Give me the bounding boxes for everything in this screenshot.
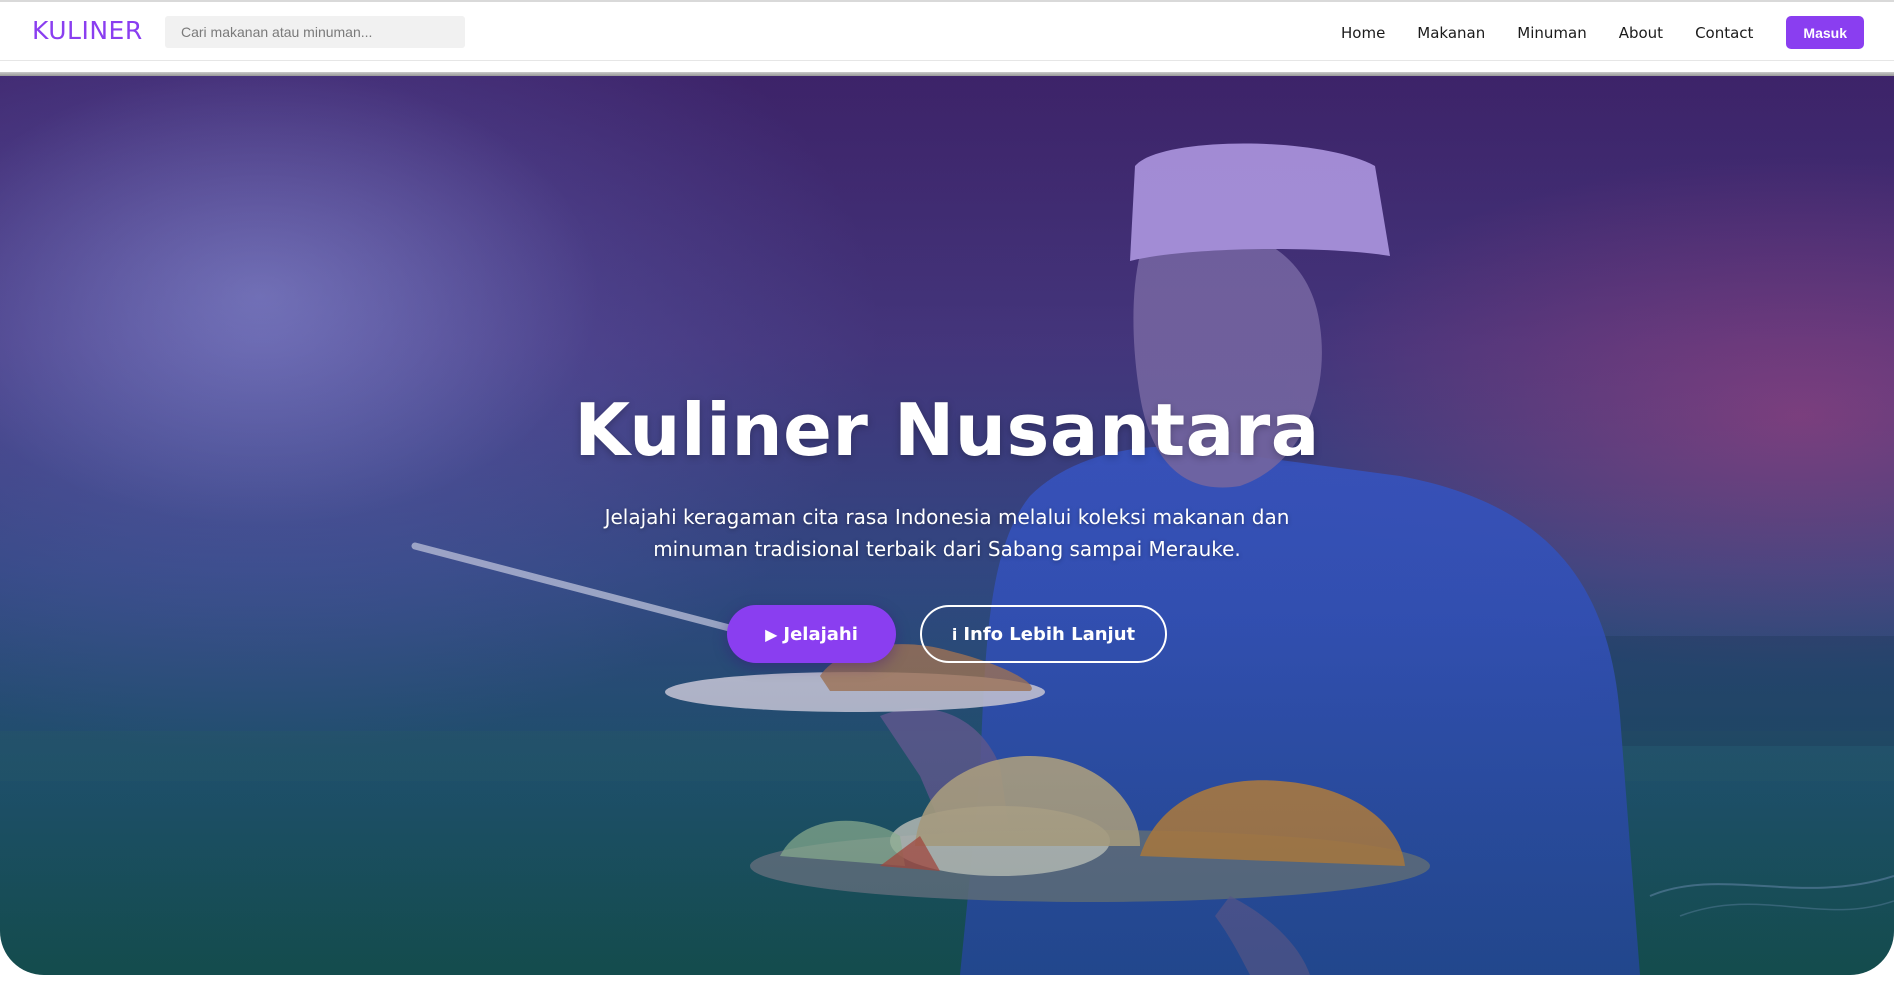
nav-link-contact[interactable]: Contact — [1695, 24, 1753, 42]
nav-link-minuman[interactable]: Minuman — [1517, 24, 1586, 42]
more-info-button[interactable]: i Info Lebih Lanjut — [920, 605, 1167, 663]
search-input[interactable] — [165, 16, 465, 48]
explore-button[interactable]: ▶ Jelajahi — [727, 605, 896, 663]
nav-link-home[interactable]: Home — [1341, 24, 1385, 42]
nav-links: Home Makanan Minuman About Contact Masuk — [1341, 2, 1894, 63]
nav-link-makanan[interactable]: Makanan — [1417, 24, 1485, 42]
navbar: KULINER Home Makanan Minuman About Conta… — [0, 0, 1894, 61]
hero-section: Kuliner Nusantara Jelajahi keragaman cit… — [0, 76, 1894, 975]
hero-title: Kuliner Nusantara — [574, 388, 1320, 472]
login-button[interactable]: Masuk — [1786, 16, 1864, 49]
nav-link-about[interactable]: About — [1619, 24, 1663, 42]
play-icon: ▶ — [765, 624, 778, 644]
hero-subtitle: Jelajahi keragaman cita rasa Indonesia m… — [604, 505, 1290, 561]
info-icon: i — [951, 624, 958, 644]
explore-button-label: Jelajahi — [783, 623, 858, 645]
logo[interactable]: KULINER — [32, 16, 143, 45]
more-info-button-label: Info Lebih Lanjut — [963, 623, 1136, 645]
